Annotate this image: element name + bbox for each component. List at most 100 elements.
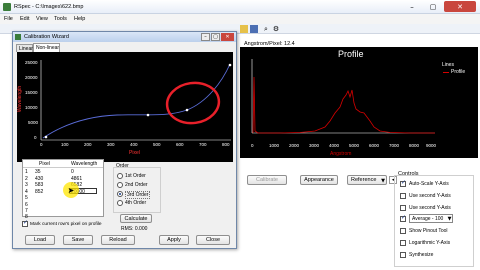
highlight-circle [165, 81, 221, 125]
zoom-icon[interactable]: ⌕ [262, 25, 270, 33]
order-4th-label: 4th Order [125, 200, 147, 206]
reference-button[interactable]: Reference ▼ [347, 175, 387, 185]
load-button[interactable]: Load [25, 235, 55, 245]
app-titlebar: RSpec - C:\Images\622.bmp – ▢ ✕ [0, 0, 480, 14]
order-2nd-label: 2nd Order [125, 182, 148, 188]
dialog-close-icon[interactable]: ✕ [221, 33, 234, 41]
app-icon [3, 3, 11, 11]
tab-linear[interactable]: Linear [16, 44, 33, 52]
cell-pixel[interactable]: 430 [35, 176, 43, 182]
menu-file[interactable]: File [4, 16, 13, 22]
minimize-icon[interactable]: – [402, 2, 422, 12]
average-checkbox[interactable] [400, 214, 406, 222]
x-tick: 800 [222, 142, 230, 147]
log-y-axis-checkbox[interactable] [400, 240, 406, 246]
average-label: Average - 100 [412, 216, 444, 222]
cell-pixel[interactable]: 35 [35, 169, 41, 175]
calibration-curve [42, 63, 231, 139]
cal-point [185, 108, 189, 112]
profile-tick: 0 [251, 143, 254, 148]
auto-scale-checkbox[interactable] [400, 179, 406, 187]
reference-label: Reference [351, 177, 377, 183]
order-3rd-label: 3rd Order [125, 191, 151, 199]
menu-help[interactable]: Help [74, 16, 85, 22]
profile-series-line [252, 76, 435, 134]
maximize-icon[interactable]: ▢ [423, 2, 443, 12]
cal-point [228, 63, 232, 67]
second-y-axis-label-2: Use second Y-Axis [409, 205, 451, 211]
settings-icon[interactable]: ⚙ [272, 25, 280, 33]
dialog-minimize-icon[interactable]: – [201, 33, 210, 41]
second-y-axis-checkbox[interactable] [400, 193, 406, 199]
dialog-icon [15, 34, 21, 40]
synthesize-checkbox[interactable] [400, 252, 406, 258]
profile-plot [251, 59, 435, 134]
row-num: 6 [25, 201, 28, 208]
dialog-maximize-icon[interactable]: ▢ [211, 33, 220, 41]
menu-view[interactable]: View [36, 16, 48, 22]
cell-wavelength[interactable]: 0 [71, 169, 74, 175]
profile-x-ticks: 0 1000 2000 3000 4000 5000 6000 7000 800… [240, 143, 478, 151]
x-tick: 300 [107, 142, 115, 147]
menu-tools[interactable]: Tools [54, 16, 67, 22]
close-icon[interactable]: ✕ [444, 1, 476, 12]
profile-tick: 8000 [409, 143, 420, 148]
calibrate-button[interactable]: Calibrate [247, 175, 287, 185]
reload-button[interactable]: Reload [101, 235, 135, 245]
second-y-axis-label: Use second Y-Axis [409, 193, 451, 199]
calibration-table: Pixel Wavelength 1 35 0 2 430 4861 3 583… [22, 159, 104, 220]
cell-wavelength[interactable]: 4861 [71, 176, 82, 182]
open-icon[interactable] [240, 25, 248, 33]
order-3rd-radio[interactable] [117, 191, 123, 197]
calculate-button[interactable]: Calculate [120, 214, 152, 223]
profile-xlabel: Angstrom [330, 151, 352, 157]
order-1st-label: 1st Order [125, 173, 146, 179]
close-button[interactable]: Close [196, 235, 230, 245]
mark-pixel-label: Mark current row's pixel on profile [30, 222, 102, 227]
order-4th-radio[interactable] [117, 200, 123, 206]
chevron-down-icon: ▼ [381, 177, 385, 184]
cell-pixel[interactable]: 583 [35, 182, 43, 188]
chevron-down-icon: ▼ [447, 215, 452, 222]
apply-button[interactable]: Apply [159, 235, 189, 245]
dialog-title: Calibration Wizard [24, 34, 69, 40]
row-num: 3 [25, 182, 28, 188]
cell-pixel[interactable]: 852 [35, 189, 43, 195]
profile-tick: 2000 [289, 143, 300, 148]
profile-tick: 3000 [309, 143, 320, 148]
order-2nd-radio[interactable] [117, 182, 123, 188]
save-icon[interactable] [250, 25, 258, 33]
menu-bar: File Edit View Tools Help [0, 14, 480, 24]
x-tick: 100 [61, 142, 69, 147]
mouse-pointer-icon: ➤ [67, 185, 75, 195]
calibration-dialog: Calibration Wizard – ▢ ✕ Linear Non-line… [12, 31, 237, 249]
cal-point [44, 135, 48, 139]
menu-edit[interactable]: Edit [20, 16, 29, 22]
auto-scale-label: Auto-Scale Y-Axis [409, 181, 449, 187]
tab-non-linear-label: Non-linear [36, 45, 60, 51]
tab-non-linear[interactable]: Non-linear [33, 43, 60, 52]
row-num: 5 [25, 195, 28, 201]
row-num: 1 [25, 169, 28, 175]
header-divider [23, 167, 103, 168]
pinout-tool-label: Show Pinout Tool [409, 228, 448, 234]
profile-xlabel-bar: Angstrom [240, 151, 478, 158]
pinout-tool-checkbox[interactable] [400, 228, 406, 234]
appearance-button[interactable]: Appearance [300, 175, 338, 185]
x-tick: 400 [130, 142, 138, 147]
save-button[interactable]: Save [63, 235, 93, 245]
second-y-axis-checkbox-2[interactable] [400, 205, 406, 211]
average-select[interactable]: Average - 100 ▼ [409, 214, 453, 223]
profile-tick: 9000 [426, 143, 437, 148]
calibration-chart: Wavelength 25000 20000 15000 10000 5000 … [17, 52, 233, 162]
row-num: 2 [25, 175, 28, 182]
app-title: RSpec - C:\Images\622.bmp [14, 4, 84, 10]
mark-pixel-checkbox[interactable] [22, 219, 28, 227]
order-1st-radio[interactable] [117, 173, 123, 179]
log-y-axis-label: Logarithmic Y-Axis [409, 240, 451, 246]
rms-label: RMS: 0.000 [121, 226, 148, 232]
x-tick: 500 [153, 142, 161, 147]
profile-tick: 6000 [369, 143, 380, 148]
row-num: 4 [25, 188, 28, 195]
profile-tick: 4000 [329, 143, 340, 148]
